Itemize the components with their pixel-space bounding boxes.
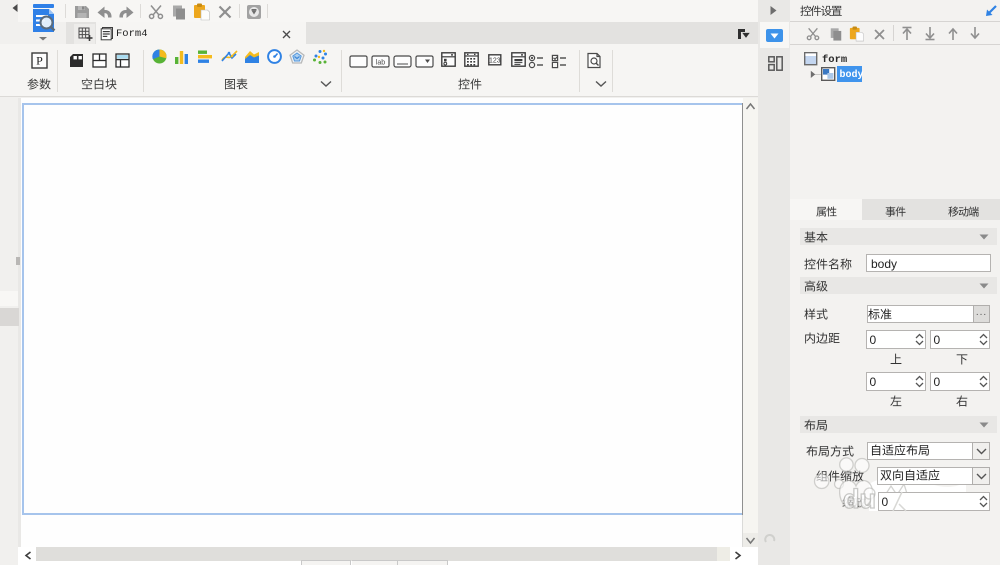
svg-text:du: du — [843, 484, 876, 514]
svg-text:P: P — [36, 54, 43, 68]
svg-text:123: 123 — [489, 58, 501, 65]
svg-text:lab: lab — [376, 60, 385, 67]
